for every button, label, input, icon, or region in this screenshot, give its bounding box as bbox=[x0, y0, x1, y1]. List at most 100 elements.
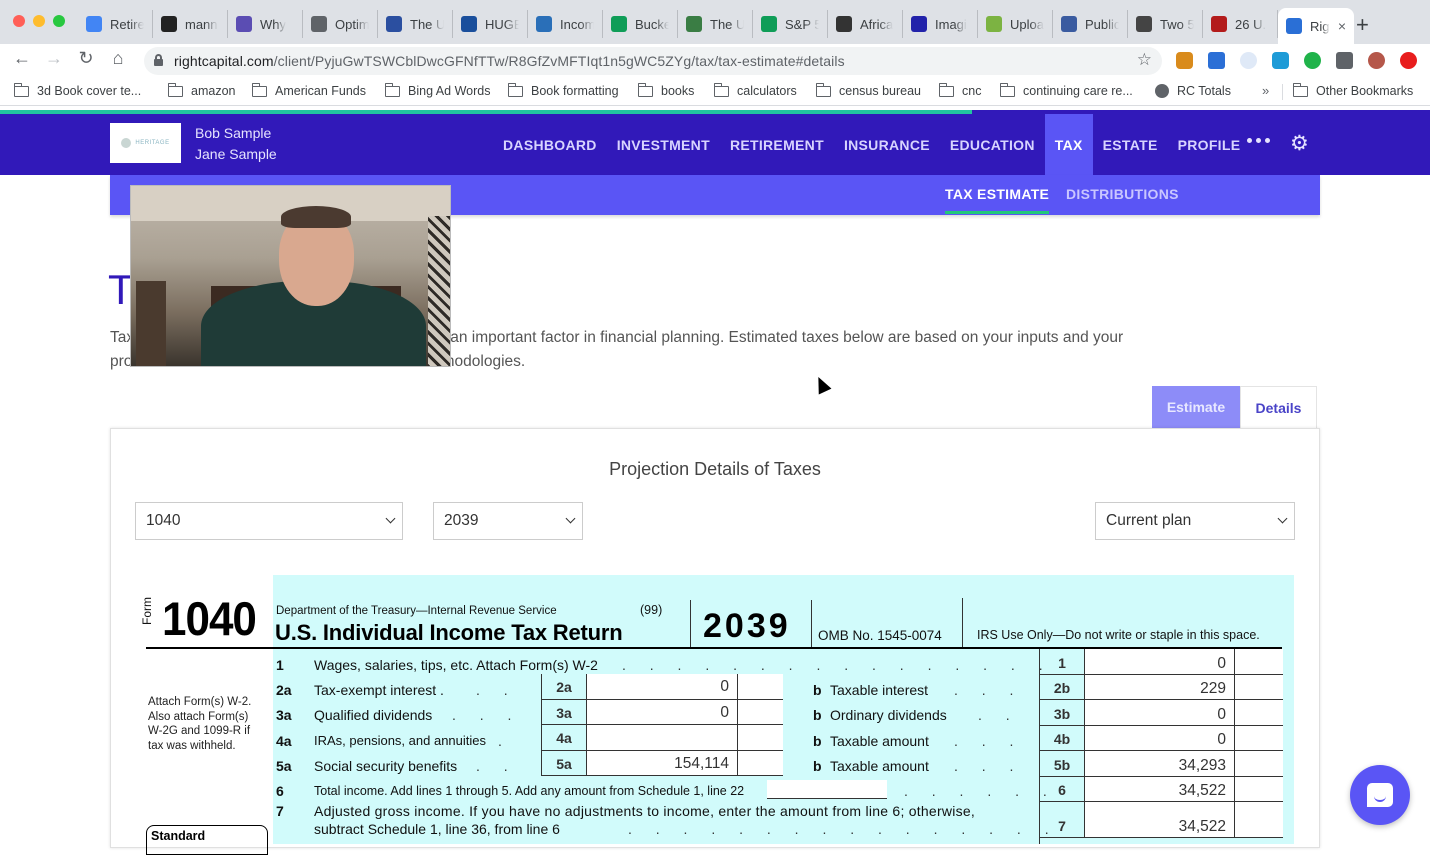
folder-icon bbox=[13, 82, 29, 97]
nav-item-insurance[interactable]: INSURANCE bbox=[834, 114, 940, 175]
reload-button[interactable]: ↻ bbox=[74, 48, 98, 69]
standard-deduction-box: Standard bbox=[146, 825, 268, 855]
browser-tab[interactable]: Uploa bbox=[978, 10, 1053, 38]
nav-item-retirement[interactable]: RETIREMENT bbox=[720, 114, 834, 175]
browser-tab[interactable]: S&P 5 bbox=[753, 10, 828, 38]
bookmark-item[interactable]: Book formatting bbox=[507, 82, 619, 98]
folder-icon bbox=[938, 82, 954, 97]
bookmark-item[interactable]: census bureau bbox=[815, 82, 921, 98]
puzzle-icon[interactable] bbox=[1336, 52, 1353, 69]
browser-tab[interactable]: mann bbox=[153, 10, 228, 38]
browser-tab[interactable]: Imagi bbox=[903, 10, 978, 38]
folder-icon bbox=[384, 82, 400, 97]
amount-row-3b: 3b 0 bbox=[1040, 700, 1283, 726]
browser-tab[interactable]: Africa bbox=[828, 10, 903, 38]
new-tab-button[interactable]: + bbox=[1356, 12, 1369, 38]
nav-item-profile[interactable]: PROFILE bbox=[1168, 114, 1251, 175]
nav-item-education[interactable]: EDUCATION bbox=[940, 114, 1045, 175]
bookmark-item[interactable]: amazon bbox=[167, 82, 235, 98]
browser-tab[interactable]: Why bbox=[228, 10, 303, 38]
subtab-tax-estimate[interactable]: TAX ESTIMATE bbox=[945, 186, 1050, 214]
amount-2b: 229 bbox=[1085, 674, 1235, 699]
shield-icon bbox=[386, 16, 402, 32]
more-menu-icon[interactable] bbox=[1247, 138, 1270, 143]
bookmark-item[interactable]: calculators bbox=[713, 82, 797, 98]
browser-tab-active[interactable]: Rig × bbox=[1278, 8, 1354, 44]
line-number: 4a bbox=[276, 733, 292, 749]
bookmarks-overflow-button[interactable]: » bbox=[1262, 83, 1269, 98]
bookmarks-bar: » Other Bookmarks 3d Book cover te... ama… bbox=[0, 78, 1430, 106]
browser-tab[interactable]: 26 U. bbox=[1203, 10, 1278, 38]
window-minimize-button[interactable] bbox=[33, 15, 45, 27]
leader-dots: . . . . . . bbox=[904, 783, 1057, 799]
folder-icon bbox=[507, 82, 523, 97]
bookmark-item[interactable]: 3d Book cover te... bbox=[13, 82, 141, 98]
form-divider bbox=[690, 600, 691, 647]
chat-launcher-button[interactable] bbox=[1350, 765, 1410, 825]
folder-icon bbox=[815, 82, 831, 97]
line-6-schedule-blank bbox=[767, 780, 887, 799]
line-label: Taxable interest bbox=[830, 682, 929, 698]
nav-item-investment[interactable]: INVESTMENT bbox=[607, 114, 720, 175]
extension-icon[interactable] bbox=[1240, 52, 1257, 69]
nav-item-tax[interactable]: TAX bbox=[1044, 114, 1093, 175]
nav-item-dashboard[interactable]: DASHBOARD bbox=[493, 114, 607, 175]
bookmark-item[interactable]: cnc bbox=[938, 82, 981, 98]
profile-avatar[interactable] bbox=[1368, 52, 1385, 69]
line-number: 1 bbox=[276, 657, 284, 673]
year-select[interactable]: 2039 bbox=[433, 502, 583, 540]
line-label: Adjusted gross income. If you have no ad… bbox=[314, 803, 976, 819]
leader-dots: . . . bbox=[954, 758, 1024, 774]
nav-item-estate[interactable]: ESTATE bbox=[1093, 114, 1168, 175]
leader-dots: . . . bbox=[954, 733, 1024, 749]
leader-dots: . . bbox=[978, 707, 1020, 723]
extension-icon[interactable] bbox=[1208, 52, 1225, 69]
extension-icon[interactable] bbox=[1272, 52, 1289, 69]
browser-tab[interactable]: Optim bbox=[303, 10, 378, 38]
browser-tab[interactable]: Retire bbox=[78, 10, 153, 38]
window-zoom-button[interactable] bbox=[53, 15, 65, 27]
lii-icon bbox=[1211, 16, 1227, 32]
form-number: 1040 bbox=[162, 593, 257, 646]
folder-icon bbox=[999, 82, 1015, 97]
bookmark-item[interactable]: books bbox=[637, 82, 694, 98]
plan-select[interactable]: Current plan bbox=[1095, 502, 1295, 540]
browser-tab[interactable]: Public bbox=[1053, 10, 1128, 38]
amount-6: 34,522 bbox=[1085, 776, 1235, 801]
forward-button[interactable]: → bbox=[42, 48, 66, 69]
estimate-tab[interactable]: Estimate bbox=[1152, 386, 1240, 428]
browser-tab[interactable]: HUGE bbox=[453, 10, 528, 38]
leader-dots: . . bbox=[476, 758, 518, 774]
browser-tab[interactable]: The U bbox=[678, 10, 753, 38]
window-close-button[interactable] bbox=[13, 15, 25, 27]
folder-icon bbox=[713, 82, 729, 97]
bookmark-item[interactable]: American Funds bbox=[251, 82, 366, 98]
extension-icon[interactable] bbox=[1176, 52, 1193, 69]
webcam-video-overlay[interactable] bbox=[130, 185, 451, 367]
extension-icon[interactable] bbox=[1304, 52, 1321, 69]
details-tab[interactable]: Details bbox=[1240, 386, 1317, 428]
bookmark-item[interactable]: continuing care re... bbox=[999, 82, 1133, 98]
bookmark-star-icon[interactable]: ☆ bbox=[1137, 50, 1152, 70]
view-toggle: Estimate Details bbox=[1152, 386, 1317, 428]
address-bar[interactable]: rightcapital.com/client/PyjuGwTSWCblDwcG… bbox=[144, 47, 1162, 75]
extension-icon[interactable] bbox=[1400, 52, 1417, 69]
form-word: Form bbox=[140, 597, 154, 625]
browser-toolbar: ← → ↻ ⌂ rightcapital.com/client/PyjuGwTS… bbox=[0, 44, 1430, 78]
back-button[interactable]: ← bbox=[10, 48, 34, 69]
browser-tab[interactable]: Bucke bbox=[603, 10, 678, 38]
subtab-distributions[interactable]: DISTRIBUTIONS bbox=[1066, 186, 1179, 202]
browser-tab[interactable]: Incom bbox=[528, 10, 603, 38]
form-select[interactable]: 1040 bbox=[135, 502, 403, 540]
line-number: 7 bbox=[276, 803, 284, 819]
firm-logo[interactable]: HERITAGE bbox=[110, 123, 181, 163]
app-nav: HERITAGE Bob Sample Jane Sample DASHBOAR… bbox=[0, 114, 1430, 175]
settings-gear-icon[interactable]: ⚙ bbox=[1290, 131, 1309, 156]
browser-tab[interactable]: Two 5 bbox=[1128, 10, 1203, 38]
home-button[interactable]: ⌂ bbox=[106, 48, 130, 69]
bookmark-item[interactable]: RC Totals bbox=[1155, 84, 1231, 98]
bookmark-item[interactable]: Bing Ad Words bbox=[384, 82, 490, 98]
close-tab-icon[interactable]: × bbox=[1338, 18, 1346, 34]
other-bookmarks[interactable]: Other Bookmarks bbox=[1292, 82, 1413, 98]
browser-tab[interactable]: The U bbox=[378, 10, 453, 38]
